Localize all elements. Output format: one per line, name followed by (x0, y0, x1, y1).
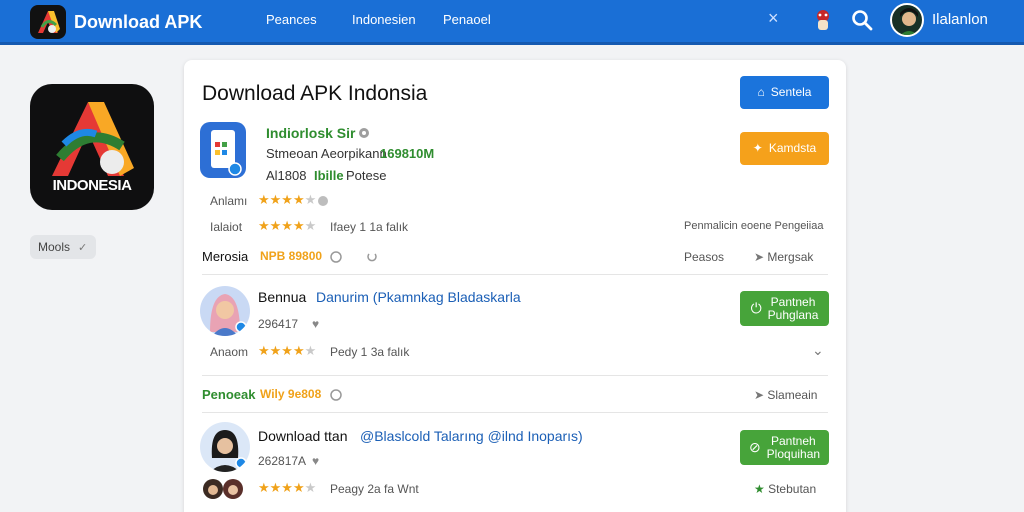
search-icon[interactable] (850, 8, 874, 32)
app-1-footer-mid: Peasos (684, 250, 725, 264)
app-list-card: Download APK Indonsia ⌂ Sentela ✦ Kamdst… (184, 60, 846, 512)
app-2-download-label: Pantneh Puhglana (767, 294, 819, 322)
power-icon: ⏻ (750, 300, 762, 316)
nav-link-1[interactable]: Peances (266, 12, 317, 27)
app-2-rating-label: Anaom (210, 345, 249, 359)
link-icon: ⊘ (748, 439, 761, 455)
app-1-row2-label: Ialaiot (210, 220, 243, 234)
pin-icon: ➤ (754, 388, 768, 402)
info-icon[interactable] (317, 194, 329, 206)
secondary-button-label: Kamdsta (768, 141, 817, 155)
app-2-download-button[interactable]: ⏻ Pantneh Puhglana (740, 291, 829, 326)
app-1-meta-a: Al1808 (266, 168, 307, 183)
divider (202, 274, 828, 275)
app-3-footer-right: Stebutan (768, 482, 817, 496)
app-3-title-blue[interactable]: @Blaslcold Talarıng @ilnd Inoparıs) (360, 428, 583, 444)
app-3-rating-stars: ★★★★★ (258, 480, 317, 495)
nav-link-3[interactable]: Penaoel (443, 12, 491, 27)
star-icon: ★ (754, 482, 769, 496)
app-1-footer-right: Mergsak (767, 250, 814, 264)
settings-icon[interactable] (330, 250, 342, 263)
heart-icon[interactable]: ♥ (312, 454, 324, 468)
nav-link-2[interactable]: Indonesien (352, 12, 416, 27)
app-1-footer-action[interactable]: ➤ Mergsak (754, 250, 813, 264)
check-icon: ✓ (78, 241, 88, 254)
filter-chip-label: Mools (38, 240, 71, 254)
pin-icon: ➤ (754, 250, 768, 264)
bird-icon: ✦ (752, 141, 763, 155)
app-2-footer-price: Wily 9e808 (260, 387, 322, 401)
app-3-footer-action[interactable]: ★ Stebutan (754, 482, 816, 496)
app-2-footer-action[interactable]: ➤ Slameain (754, 388, 817, 402)
app-1-row2-text: Ifaey 1 1a falık (330, 220, 409, 234)
app-1-thumbnail[interactable] (200, 122, 246, 178)
app-1-meta-b: Potese (346, 168, 387, 183)
app-2-rating-text: Pedy 1 3a falık (330, 345, 410, 359)
filter-chip[interactable]: Mools ✓ (30, 235, 96, 259)
close-icon[interactable]: × (768, 8, 779, 29)
home-icon: ⌂ (757, 85, 765, 99)
app-3-download-line2: Ploquihan (766, 446, 821, 461)
user-avatar[interactable] (890, 3, 924, 37)
app-3-rating-text: Peagy 2a fa Wnt (330, 482, 419, 496)
top-app-bar: Download APK Peances Indonesien Penaoel … (0, 0, 1024, 45)
app-1-name[interactable]: Indiorlosk Sir (266, 125, 355, 141)
card-title: Download APK Indonsia (202, 82, 428, 105)
user-avatars (202, 478, 246, 500)
app-1-rating-label: Anlamı (210, 194, 248, 208)
brand[interactable]: Download APK (30, 4, 202, 40)
primary-button[interactable]: ⌂ Sentela (740, 76, 829, 109)
app-1-rating-stars: ★★★★★ (258, 192, 317, 207)
app-1-subtitle: Stmeoan Aeorpikann (266, 146, 387, 161)
featured-app-icon-label: INDONESIA (52, 177, 132, 194)
app-title: Download APK (74, 11, 203, 32)
app-3-avatar[interactable] (200, 422, 250, 472)
app-2-title-blue[interactable]: Danurim (Pkamnkag Bladaskarla (316, 289, 521, 305)
app-1-footer-price: NPB 89800 (260, 249, 323, 263)
refresh-icon[interactable] (366, 250, 378, 262)
divider (202, 412, 828, 413)
user-name[interactable]: Ilalanlon (932, 11, 988, 28)
chevron-down-icon[interactable]: ⌄ (812, 342, 824, 359)
heart-icon[interactable]: ♥ (312, 317, 324, 331)
app-2-title-dark[interactable]: Bennua (258, 289, 306, 305)
primary-button-label: Sentela (770, 85, 812, 99)
brand-logo-icon (30, 5, 66, 39)
app-1-row2-stars: ★★★★★ (258, 218, 317, 233)
app-3-download-label: Pantneh Ploquihan (766, 433, 821, 461)
app-2-download-line1: Pantneh (770, 294, 816, 309)
app-3-download-line1: Pantneh (771, 433, 816, 448)
app-2-footer-right: Slameain (767, 388, 818, 402)
bug-icon[interactable] (812, 8, 834, 32)
app-1-meta-green: Ibille (314, 168, 344, 183)
app-2-download-line2: Puhglana (767, 307, 819, 322)
app-2-sub: 296417 (258, 317, 299, 331)
app-2-footer-left: Penoeak (202, 387, 256, 402)
app-1-row2-right: Penmalicin eoene Pengeiiaa (684, 220, 824, 232)
app-1-size: 169810M (380, 146, 435, 161)
secondary-button[interactable]: ✦ Kamdsta (740, 132, 829, 165)
app-3-title-dark[interactable]: Download ttan (258, 428, 348, 444)
app-1-footer-left: Merosia (202, 249, 249, 264)
featured-app-icon[interactable]: INDONESIA (30, 84, 154, 210)
app-3-sub: 262817A (258, 454, 307, 468)
divider (202, 375, 828, 376)
app-3-download-button[interactable]: ⊘ Pantneh Ploquihan (740, 430, 829, 465)
app-2-rating-stars: ★★★★★ (258, 343, 317, 358)
app-2-avatar[interactable] (200, 286, 250, 336)
verified-icon (358, 126, 370, 138)
settings-icon[interactable] (330, 388, 342, 401)
